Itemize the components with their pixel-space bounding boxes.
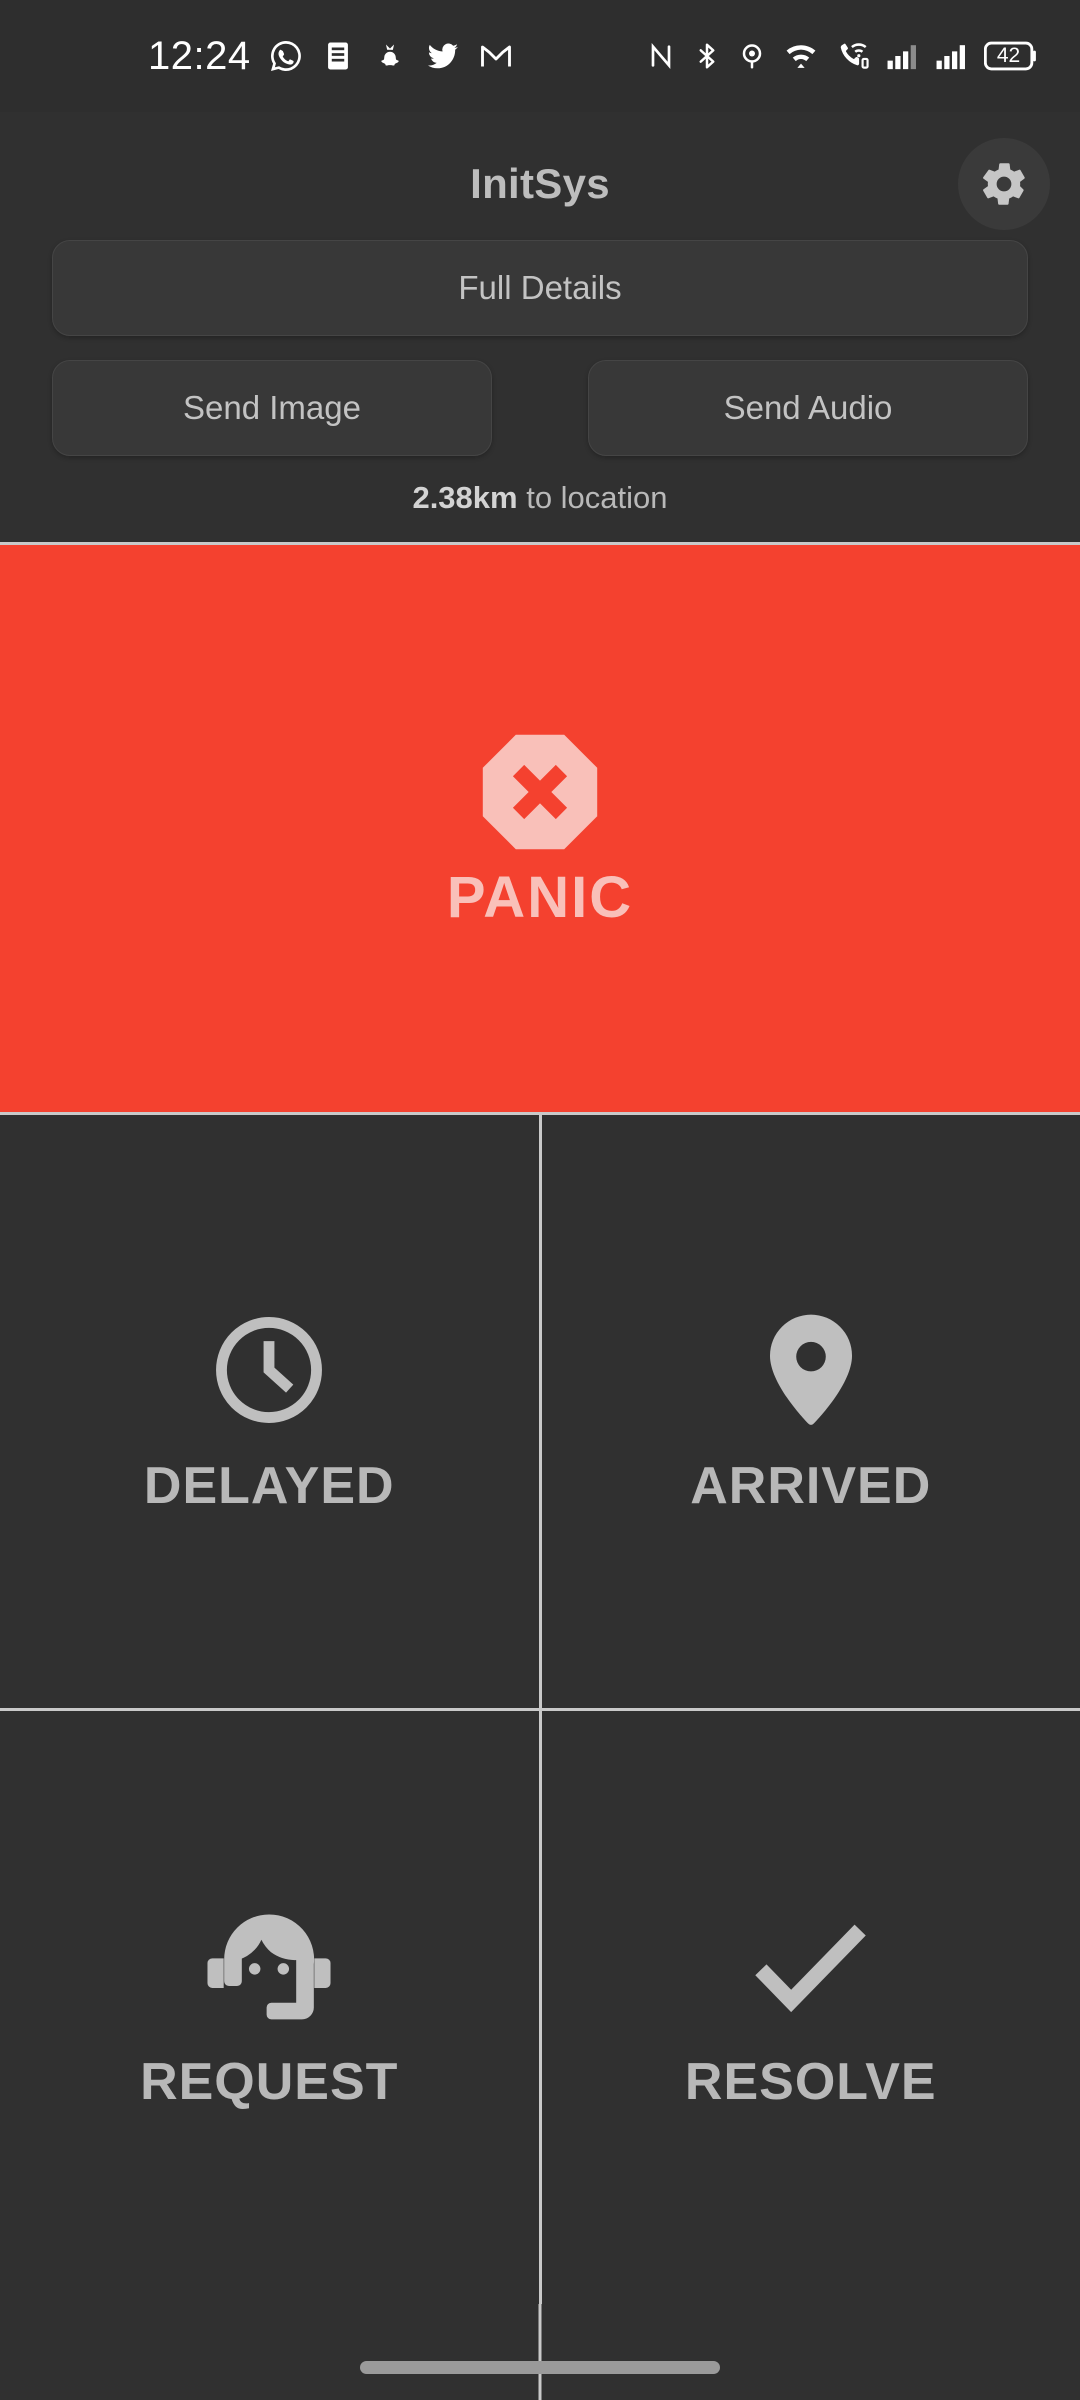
gear-icon [978, 158, 1030, 210]
whatsapp-icon [268, 38, 304, 74]
status-grid-row: REQUEST RESOLVE [0, 1708, 1080, 2304]
map-pin-icon [753, 1308, 869, 1432]
distance-to-location: 2.38km to location [0, 456, 1080, 542]
page-title: InitSys [470, 160, 610, 207]
status-grid-row: DELAYED ARRIVED [0, 1115, 1080, 1708]
battery-icon: 42 [984, 40, 1038, 72]
status-bar-right: 42 [645, 40, 1038, 72]
full-details-button[interactable]: Full Details [52, 240, 1028, 336]
signal-sim1-icon [886, 40, 920, 72]
snapchat-icon [372, 38, 408, 74]
status-bar: 12:24 42 [0, 0, 1080, 112]
system-navigation-bar [0, 2304, 1080, 2400]
resolve-label: RESOLVE [684, 2052, 937, 2111]
gmail-icon [478, 38, 514, 74]
stop-octagon-x-icon [474, 726, 606, 858]
delayed-tile[interactable]: DELAYED [0, 1115, 539, 1708]
app-header: InitSys [0, 112, 1080, 232]
send-image-button[interactable]: Send Image [52, 360, 492, 456]
action-buttons: Full Details Send Image Send Audio [0, 232, 1080, 456]
battery-level-label: 42 [996, 44, 1021, 67]
location-icon [737, 40, 767, 72]
distance-value: 2.38km [412, 480, 518, 515]
grid-divider [538, 2304, 542, 2400]
app-screen: 12:24 42 InitSys Full Details Send Image… [0, 0, 1080, 2400]
signal-sim2-icon [935, 40, 969, 72]
arrived-tile[interactable]: ARRIVED [538, 1115, 1080, 1708]
nfc-icon [645, 40, 677, 72]
twitter-icon [425, 38, 461, 74]
arrived-label: ARRIVED [690, 1456, 932, 1515]
distance-suffix: to location [517, 480, 668, 515]
request-tile[interactable]: REQUEST [0, 1711, 539, 2304]
checkmark-icon [749, 1904, 873, 2028]
request-label: REQUEST [140, 2052, 399, 2111]
panic-label: PANIC [446, 865, 634, 930]
send-audio-button[interactable]: Send Audio [588, 360, 1028, 456]
wifi-icon [782, 40, 820, 72]
status-grid: DELAYED ARRIVED REQUEST RESOLVE [0, 1115, 1080, 2304]
clock-icon [207, 1308, 331, 1432]
bluetooth-icon [692, 40, 722, 72]
status-bar-left: 12:24 [148, 34, 514, 79]
resolve-tile[interactable]: RESOLVE [538, 1711, 1080, 2304]
delayed-label: DELAYED [143, 1456, 395, 1515]
settings-button[interactable] [958, 138, 1050, 230]
status-bar-clock: 12:24 [148, 33, 251, 78]
support-headset-icon [207, 1904, 331, 2028]
news-icon [321, 39, 355, 73]
home-gesture-pill[interactable] [360, 2361, 720, 2374]
vowifi-call-icon [835, 40, 871, 72]
panic-button[interactable]: PANIC [0, 542, 1080, 1115]
